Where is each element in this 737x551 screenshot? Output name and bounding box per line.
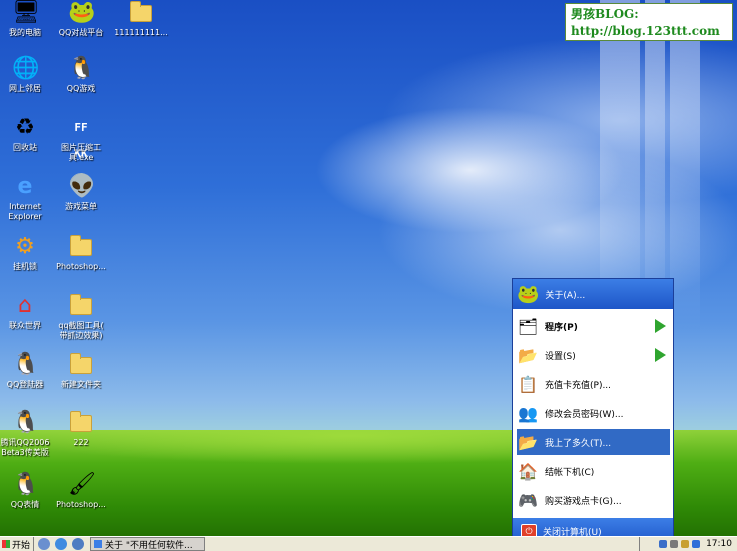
card-icon: 📋 (518, 374, 538, 394)
users-icon: 👥 (518, 403, 538, 423)
qq-battle-icon: 🐸 (68, 0, 96, 25)
tray-security-icon[interactable] (681, 540, 690, 548)
qq-emoticon-icon: 🐧 (12, 472, 40, 497)
recycle-bin-icon: ♻ (15, 115, 35, 140)
folder-open-icon: 📂 (518, 432, 538, 452)
submenu-arrow-icon (655, 319, 666, 333)
desktop-icon-qq-battle[interactable]: 🐸 QQ对战平台 (49, 0, 113, 38)
game-menu-icon: 👽 (68, 174, 96, 199)
frog-icon: 🐸 (517, 283, 540, 305)
folder-icon (68, 410, 94, 436)
start-button[interactable]: 开始 (0, 537, 34, 551)
desktop-icon-qq-game[interactable]: 🐧 QQ游戏 (49, 56, 113, 94)
menu-item-checkout[interactable]: 🏠 结帐下机(C) (517, 458, 670, 484)
programs-icon: 🗂 (517, 316, 539, 336)
menu-about-item[interactable]: 🐸 关于(A)... (513, 279, 673, 309)
qq-game-icon: 🐧 (68, 56, 96, 81)
qq-icon: 🐧 (12, 352, 40, 377)
settings-folder-icon: 📂 (518, 345, 538, 365)
home-icon: 🏠 (518, 461, 538, 481)
start-label: 开始 (12, 540, 31, 551)
media-quicklaunch-icon[interactable] (72, 538, 84, 550)
image-compress-icon: FF KK (74, 121, 88, 160)
desktop-icon-photoshop[interactable]: 🖌 Photoshop... (49, 472, 113, 510)
menu-about-label: 关于(A)... (545, 290, 586, 301)
menu-item-recharge[interactable]: 📋 充值卡充值(P)... (517, 371, 670, 397)
menu-item-settings[interactable]: 📂 设置(S) (517, 342, 670, 368)
windows-logo-icon (2, 540, 10, 548)
photoshop-icon: 🖌 (68, 472, 96, 497)
desktop-icon-qq-screenshot-folder[interactable]: qq截图工具( 带抓边效果) (49, 293, 113, 341)
folder-icon (128, 0, 154, 26)
blog-watermark: 男孩BLOG: http://blog.123ttt.com (565, 3, 733, 41)
submenu-arrow-icon (655, 348, 666, 362)
folder-icon (68, 234, 94, 260)
folder-icon (68, 293, 94, 319)
clock: 17:10 (706, 539, 732, 549)
folder-icon (68, 352, 94, 378)
network-icon: 🌐 (12, 56, 40, 81)
system-tray: 17:10 (639, 537, 737, 551)
desktop-icon-new-folder[interactable]: 新建文件夹 (49, 352, 113, 390)
watermark-title: 男孩BLOG: (571, 7, 639, 21)
qq-icon: 🐧 (12, 410, 40, 435)
desktop-icon-111-folder[interactable]: 111111111... (106, 0, 176, 38)
desktop-icon-222-folder[interactable]: 222 (49, 410, 113, 448)
computer-icon: 🖥 (12, 0, 40, 25)
ie-icon: e (17, 174, 33, 199)
desktop-icon-game-menu[interactable]: 👽 游戏菜单 (49, 174, 113, 212)
gear-lock-icon: ⚙ (15, 234, 35, 259)
menu-item-change-password[interactable]: 👥 修改会员密码(W)... (517, 400, 670, 426)
show-desktop-icon[interactable] (38, 538, 50, 550)
menu-item-online-time[interactable]: 📂 我上了多久(T)... (517, 429, 670, 455)
menu-item-buy-game-card[interactable]: 🎮 购买游戏点卡(G)... (517, 487, 670, 513)
taskbar: 开始 关于 "不用任何软件... 17:10 (0, 536, 737, 551)
window-icon (94, 540, 102, 548)
desktop-icon-photoshop-folder[interactable]: Photoshop... (49, 234, 113, 272)
tray-sound-icon[interactable] (670, 540, 679, 548)
tray-network-icon[interactable] (659, 540, 668, 548)
gamepad-icon: 🎮 (518, 490, 538, 510)
desktop-icon-image-compress[interactable]: FF KK 图片压缩工 具.exe (49, 115, 113, 163)
ourgame-icon: ⌂ (18, 293, 32, 318)
client-popup-menu: 🐸 关于(A)... 🗂 程序(P) 📂 设置(S) 📋 充值卡充值(P)...… (512, 278, 674, 546)
taskbar-window-label: 关于 "不用任何软件... (105, 540, 193, 551)
taskbar-window-button[interactable]: 关于 "不用任何软件... (90, 537, 205, 551)
tray-app-icon[interactable] (692, 540, 701, 548)
light-beam (670, 0, 700, 330)
watermark-url: http://blog.123ttt.com (571, 24, 720, 38)
ie-quicklaunch-icon[interactable] (55, 538, 67, 550)
menu-item-programs[interactable]: 🗂 程序(P) (517, 313, 670, 339)
